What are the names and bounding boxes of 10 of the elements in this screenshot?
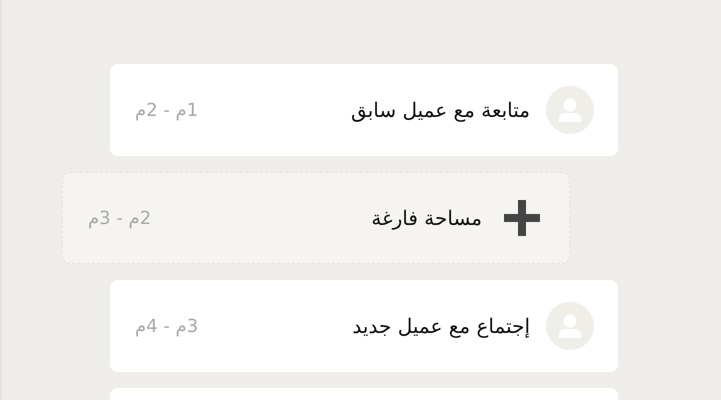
appointment-card[interactable]: متابعة مع عميل سابق 1م - 2م [110,64,618,156]
time-range: 3م - 4م [135,316,198,336]
time-range: 1م - 2م [135,100,198,120]
plus-icon [504,200,540,236]
appointment-card[interactable]: إجتماع مع عميل جديد 3م - 4م [110,280,618,372]
slot-title: مساحة فارغة [371,206,482,230]
time-range: 2م - 3م [88,208,152,228]
appointment-title: إجتماع مع عميل جديد [352,314,530,338]
empty-slot[interactable]: مساحة فارغة 2م - 3م [62,172,570,264]
appointment-title: متابعة مع عميل سابق [351,98,530,122]
